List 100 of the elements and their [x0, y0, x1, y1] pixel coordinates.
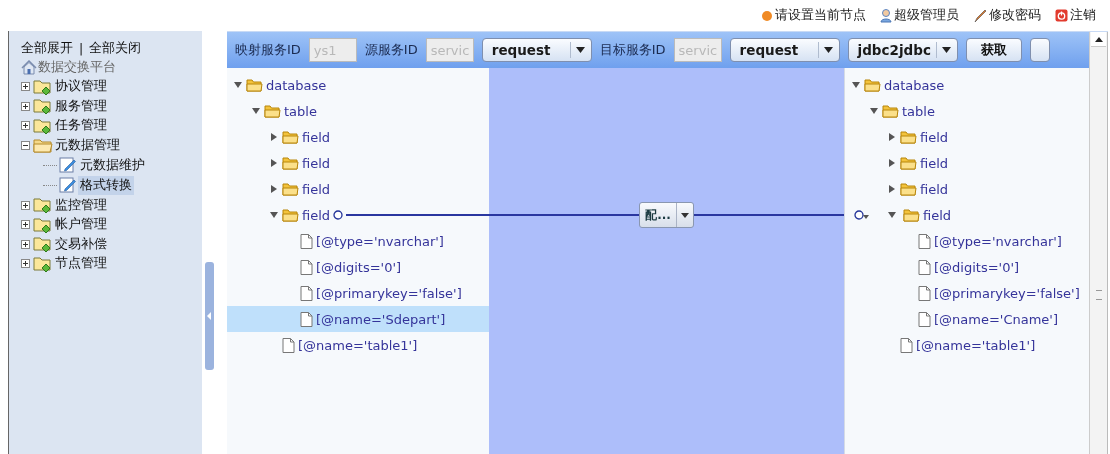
- sidebar-item[interactable]: 节点管理: [55, 255, 107, 273]
- tree-row[interactable]: field: [227, 176, 489, 202]
- expanded-triangle-icon[interactable]: [887, 210, 897, 220]
- collapsed-triangle-icon[interactable]: [269, 158, 279, 168]
- tree-row[interactable]: [@name='Cname']: [845, 306, 1089, 332]
- file-icon: [300, 259, 313, 275]
- folder-label: field: [920, 181, 949, 197]
- top-link-label: 修改密码: [989, 7, 1041, 24]
- folder-icon: [33, 236, 53, 253]
- expanded-triangle-icon[interactable]: [233, 80, 243, 90]
- tree-action-link[interactable]: 全部展开: [21, 39, 73, 57]
- top-link[interactable]: 修改密码: [973, 7, 1041, 24]
- tree-row[interactable]: field: [845, 202, 1089, 228]
- expand-icon[interactable]: [21, 121, 30, 131]
- caret-icon: [576, 47, 586, 53]
- attribute-label: [@digits='0']: [316, 259, 402, 275]
- folder-label: database: [266, 77, 327, 93]
- file-icon: [300, 311, 313, 327]
- tree-row[interactable]: [@name='Sdepart']: [227, 306, 489, 332]
- expanded-triangle-icon[interactable]: [851, 80, 861, 90]
- tree-row[interactable]: [@primarykey='false']: [227, 280, 489, 306]
- tree-row[interactable]: [@type='nvarchar']: [227, 228, 489, 254]
- expand-icon[interactable]: [21, 82, 30, 92]
- edit-document-icon: [59, 156, 77, 175]
- tree-row[interactable]: database: [227, 72, 489, 98]
- user-icon: [880, 8, 892, 23]
- collapse-handle[interactable]: [205, 262, 214, 370]
- top-link[interactable]: 注销: [1055, 7, 1096, 24]
- sidebar-item[interactable]: 帐户管理: [55, 216, 107, 234]
- connector-anchor-icon[interactable]: [333, 210, 344, 220]
- caret-icon: [680, 212, 689, 218]
- tree-row[interactable]: field: [227, 202, 489, 228]
- sidebar-item[interactable]: 元数据维护: [78, 155, 147, 175]
- folder-icon: [282, 208, 299, 222]
- dropdown[interactable]: request: [481, 38, 592, 62]
- file-icon: [918, 259, 931, 275]
- pencil-icon: [973, 8, 987, 23]
- fetch-button[interactable]: 获取: [965, 38, 1022, 62]
- tree-row[interactable]: table: [227, 98, 489, 124]
- tree-row[interactable]: table: [845, 98, 1089, 124]
- collapsed-triangle-icon[interactable]: [269, 184, 279, 194]
- sidebar-item[interactable]: 交易补偿: [55, 235, 107, 253]
- tree-root-label[interactable]: 数据交换平台: [38, 58, 116, 76]
- attribute-label: [@digits='0']: [934, 259, 1020, 275]
- sidebar-item[interactable]: 格式转换: [78, 175, 134, 195]
- expand-icon[interactable]: [21, 220, 30, 230]
- sidebar-item[interactable]: 协议管理: [55, 78, 107, 96]
- power-icon: [1055, 9, 1068, 22]
- tree-row[interactable]: field: [227, 124, 489, 150]
- tree-row[interactable]: field: [845, 176, 1089, 202]
- folder-icon: [900, 182, 917, 196]
- dropdown[interactable]: jdbc2jdbc: [847, 38, 958, 62]
- tree-row[interactable]: field: [845, 124, 1089, 150]
- collapse-icon[interactable]: [21, 141, 30, 151]
- attribute-label: [@primarykey='false']: [316, 285, 462, 301]
- sidebar-item[interactable]: 服务管理: [55, 97, 107, 115]
- expand-icon[interactable]: [21, 239, 30, 249]
- collapsed-triangle-icon[interactable]: [887, 158, 897, 168]
- expanded-triangle-icon[interactable]: [869, 106, 879, 116]
- sidebar-item[interactable]: 元数据管理: [55, 137, 120, 155]
- folder-label: field: [920, 155, 949, 171]
- tree-row[interactable]: [@type='nvarchar']: [845, 228, 1089, 254]
- separator: |: [79, 40, 84, 56]
- folder-label: field: [302, 129, 331, 145]
- expand-icon[interactable]: [21, 101, 30, 111]
- collapsed-triangle-icon[interactable]: [887, 184, 897, 194]
- sidebar-item[interactable]: 监控管理: [55, 196, 107, 214]
- dropdown[interactable]: request: [729, 38, 840, 62]
- tree-row[interactable]: [@digits='0']: [227, 254, 489, 280]
- tree-row[interactable]: [@primarykey='false']: [845, 280, 1089, 306]
- attribute-label: [@name='Sdepart']: [316, 311, 446, 327]
- folder-label: field: [923, 207, 952, 223]
- sidebar-item[interactable]: 任务管理: [55, 117, 107, 135]
- tree-row[interactable]: [@name='table1']: [227, 332, 489, 358]
- file-icon: [918, 233, 931, 249]
- expanded-triangle-icon[interactable]: [251, 106, 261, 116]
- folder-icon: [33, 98, 53, 115]
- attribute-label: [@primarykey='false']: [934, 285, 1080, 301]
- field-label: 映射服务ID: [235, 41, 301, 59]
- expand-icon[interactable]: [21, 200, 30, 210]
- tree-row[interactable]: [@digits='0']: [845, 254, 1089, 280]
- expand-icon[interactable]: [21, 259, 30, 269]
- top-link-label: 注销: [1070, 7, 1096, 24]
- tree-row[interactable]: [@name='table1']: [845, 332, 1089, 358]
- top-link[interactable]: 超级管理员: [880, 7, 959, 24]
- mapping-split-button[interactable]: 配...: [639, 202, 694, 228]
- tree-row[interactable]: field: [227, 150, 489, 176]
- scroll-up-icon[interactable]: [1094, 36, 1103, 42]
- scrollbar[interactable]: [1089, 32, 1108, 454]
- folder-label: field: [302, 155, 331, 171]
- file-icon: [300, 285, 313, 301]
- folder-label: table: [284, 103, 317, 119]
- expanded-triangle-icon[interactable]: [269, 210, 279, 220]
- tree-row[interactable]: database: [845, 72, 1089, 98]
- collapsed-triangle-icon[interactable]: [269, 132, 279, 142]
- tree-row[interactable]: field: [845, 150, 1089, 176]
- collapsed-triangle-icon[interactable]: [887, 132, 897, 142]
- tree-action-link[interactable]: 全部关闭: [89, 39, 142, 57]
- toolbar-button[interactable]: [1029, 38, 1050, 62]
- connector-anchor-icon[interactable]: [854, 210, 872, 220]
